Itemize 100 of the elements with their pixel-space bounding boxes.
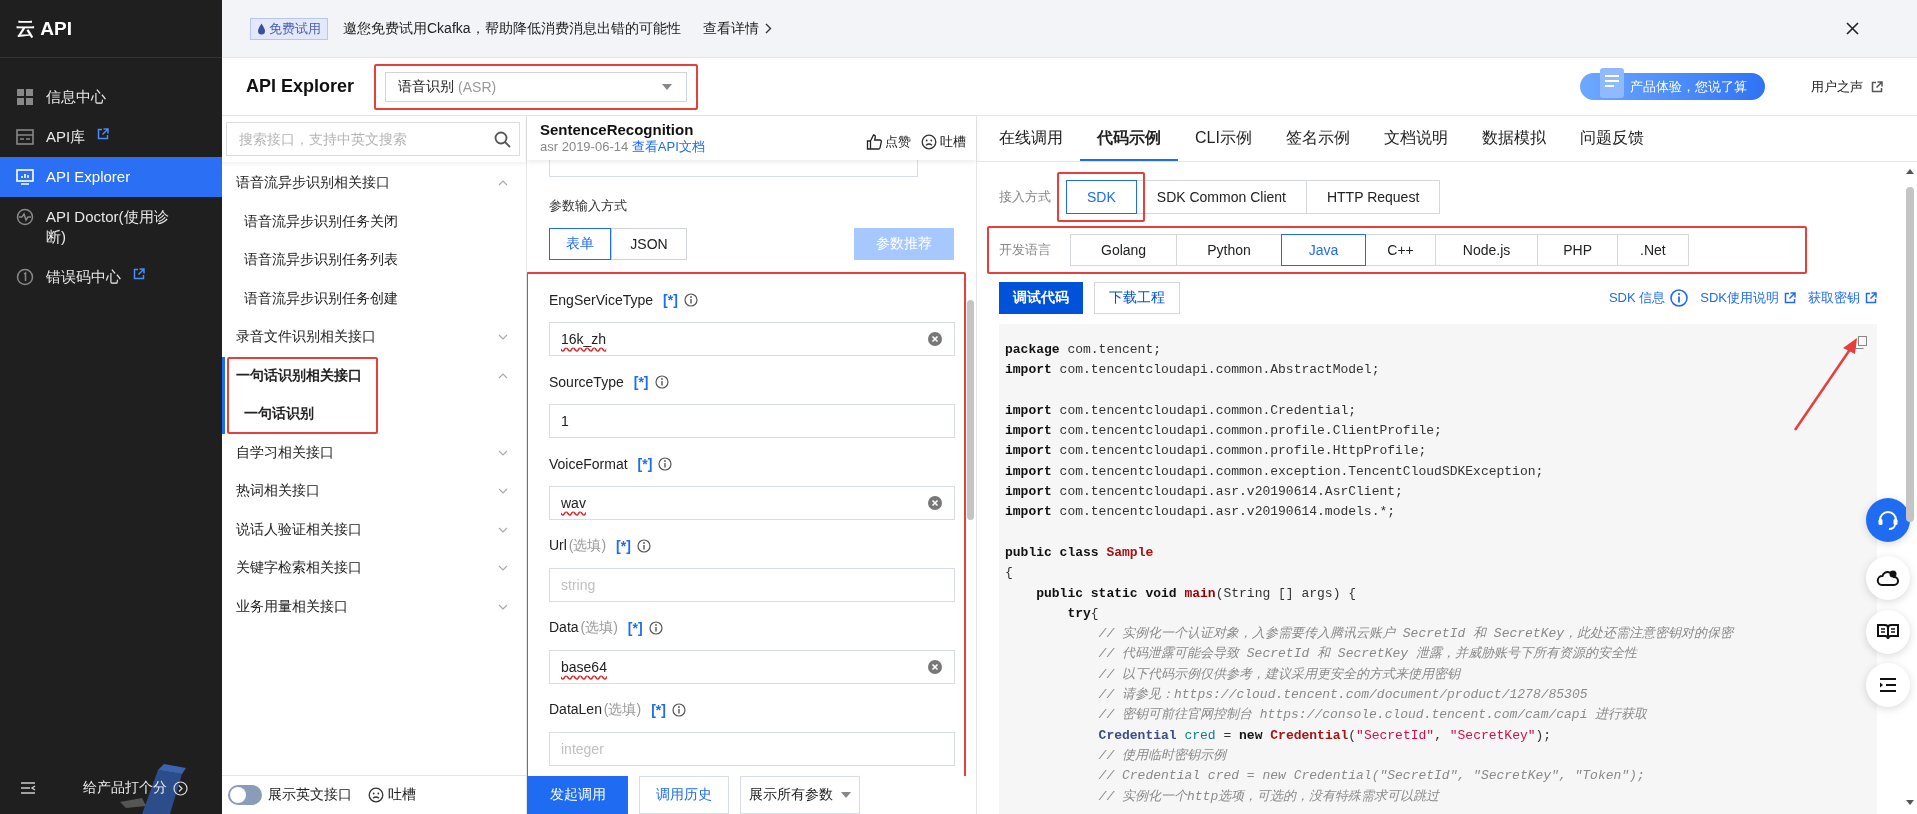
complain-link[interactable]: 吐槽 <box>368 786 416 804</box>
api-item[interactable]: 语音流异步识别任务创建 <box>222 279 526 318</box>
code-line: // 使用临时密钥示例 <box>1097 746 1227 765</box>
droplet-icon <box>257 22 266 35</box>
info-icon <box>654 375 669 389</box>
thumbs-up-icon <box>866 134 882 150</box>
tab[interactable]: 在线调用 <box>982 116 1080 161</box>
external-link-icon <box>133 268 145 280</box>
code-line: package com.tencent; <box>1005 341 1162 359</box>
headset-icon <box>1876 508 1900 532</box>
grid-icon <box>16 88 34 106</box>
info-icon <box>648 621 663 635</box>
api-group[interactable]: 自学习相关接口 <box>222 433 526 472</box>
toggle-switch[interactable] <box>228 785 262 805</box>
collapse-menu-icon[interactable] <box>20 781 36 795</box>
language-button[interactable]: Node.js <box>1434 234 1539 266</box>
code-line: import com.tencentcloudapi.common.Credential; <box>1005 401 1357 420</box>
input-field[interactable]: 1 <box>549 404 955 438</box>
history-button[interactable]: 调用历史 <box>639 776 729 814</box>
doc-link[interactable]: 获取密钥 <box>1808 289 1877 307</box>
chevron-down-icon <box>498 449 508 456</box>
api-group[interactable]: 语音流异步识别相关接口 <box>222 164 526 203</box>
doc-link[interactable]: SDK 信息 <box>1608 289 1689 307</box>
close-icon[interactable] <box>1846 22 1859 35</box>
api-group[interactable]: 关键字检索相关接口 <box>222 549 526 588</box>
floating-button[interactable] <box>1866 610 1910 654</box>
chevron-up-icon <box>498 180 508 187</box>
input-field[interactable]: integer <box>549 732 955 766</box>
doc-link[interactable]: SDK使用说明 <box>1700 289 1796 307</box>
tab[interactable]: 文档说明 <box>1366 116 1465 161</box>
chevron-down-icon <box>498 565 508 572</box>
floating-button[interactable] <box>1866 556 1910 600</box>
scrollbar[interactable] <box>967 300 974 520</box>
code-line: // Credential cred = new Credential("SecretId", "SecretKey", "Token"); <box>1097 767 1645 786</box>
rate-product-link[interactable]: 给产品打个分 <box>83 779 188 797</box>
input-field[interactable]: base64 <box>549 650 955 684</box>
tab[interactable]: 问题反馈 <box>1562 116 1661 161</box>
debug-button[interactable]: 调试代码 <box>999 282 1083 314</box>
caret-down-icon <box>841 792 851 798</box>
field-label: DataLen(选填) <box>549 701 642 719</box>
api-item[interactable]: 语音流异步识别任务列表 <box>222 241 526 280</box>
api-group[interactable]: 说话人验证相关接口 <box>222 510 526 549</box>
show-params-dropdown[interactable]: 展示所有参数 <box>740 776 860 814</box>
input-field[interactable]: string <box>549 568 955 602</box>
download-button[interactable]: 下载工程 <box>1094 282 1180 314</box>
language-button[interactable]: Golang <box>1070 234 1178 266</box>
like-link[interactable]: 点赞 <box>866 133 911 151</box>
info-icon <box>636 539 651 553</box>
clear-icon <box>927 659 943 675</box>
invoke-button[interactable]: 发起调用 <box>527 776 628 814</box>
details-link[interactable]: 查看详情 <box>702 19 772 38</box>
page-title: API Explorer <box>246 76 355 97</box>
input-field[interactable]: 16k_zh <box>549 322 955 356</box>
language-button[interactable]: Python <box>1176 234 1282 266</box>
floating-button[interactable] <box>1866 663 1910 707</box>
option-button[interactable]: HTTP Request <box>1305 180 1441 214</box>
input-field[interactable] <box>549 160 918 177</box>
info-icon <box>1670 289 1689 307</box>
language-button[interactable]: .Net <box>1617 234 1689 266</box>
tab[interactable]: 代码示例 <box>1080 116 1178 161</box>
nav-item[interactable]: 信息中心 <box>0 77 222 117</box>
code-line: // 请参见：https://cloud.tencent.com/document/product/1278/85305 <box>1097 686 1588 705</box>
nav-item[interactable]: API库 <box>0 117 222 157</box>
user-voice-link[interactable]: 用户之声 <box>1811 77 1883 96</box>
mode-tab[interactable]: 表单 <box>549 228 611 260</box>
api-group[interactable]: 录音文件识别相关接口 <box>222 318 526 357</box>
language-button[interactable]: C++ <box>1365 234 1436 266</box>
clear-icon <box>927 495 943 511</box>
nav-item[interactable]: API Doctor(使用诊断) <box>0 197 222 257</box>
complain-link[interactable]: 吐槽 <box>921 133 966 151</box>
arrow-circle-icon <box>173 780 188 796</box>
api-item[interactable]: 语音流异步识别任务关闭 <box>222 202 526 241</box>
language-button[interactable]: PHP <box>1537 234 1619 266</box>
nav-item[interactable]: 错误码中心 <box>0 257 222 297</box>
mode-tab[interactable]: JSON <box>611 228 687 260</box>
option-button[interactable]: SDK <box>1066 180 1137 214</box>
code-line: public class Sample <box>1005 543 1154 562</box>
app-logo[interactable]: 云 API <box>16 15 72 42</box>
api-version: asr 2019-06-14 <box>540 139 629 154</box>
tab[interactable]: 数据模拟 <box>1464 116 1563 161</box>
language-button[interactable]: Java <box>1280 234 1367 266</box>
nav-item[interactable]: API Explorer <box>0 157 222 197</box>
api-group[interactable]: 热词相关接口 <box>222 472 526 511</box>
tab[interactable]: CLI示例 <box>1178 116 1269 161</box>
input-field[interactable]: wav <box>549 486 955 520</box>
option-button[interactable]: SDK Common Client <box>1135 180 1307 214</box>
code-line: import com.tencentcloudapi.common.exception.TencentCloudSDKException; <box>1005 462 1544 481</box>
info-icon <box>683 293 698 307</box>
sad-face-icon <box>921 134 937 150</box>
monitor-icon <box>16 168 34 186</box>
tab[interactable]: 签名示例 <box>1268 116 1367 161</box>
api-group[interactable]: 业务用量相关接口 <box>222 587 526 626</box>
search-field[interactable]: 搜索接口，支持中英文搜索 <box>226 122 520 156</box>
code-line: { <box>1005 564 1013 583</box>
api-doc-link[interactable]: 查看API文档 <box>631 139 705 154</box>
sad-face-icon <box>368 787 384 803</box>
product-select[interactable]: 语音识别 (ASR) <box>385 71 688 102</box>
code-line: Credential cred = new Credential("SecretId", "SecretKey"); <box>1097 726 1552 745</box>
input-mode-label: 参数输入方式 <box>549 197 628 215</box>
required-mark: [*] <box>627 620 643 636</box>
